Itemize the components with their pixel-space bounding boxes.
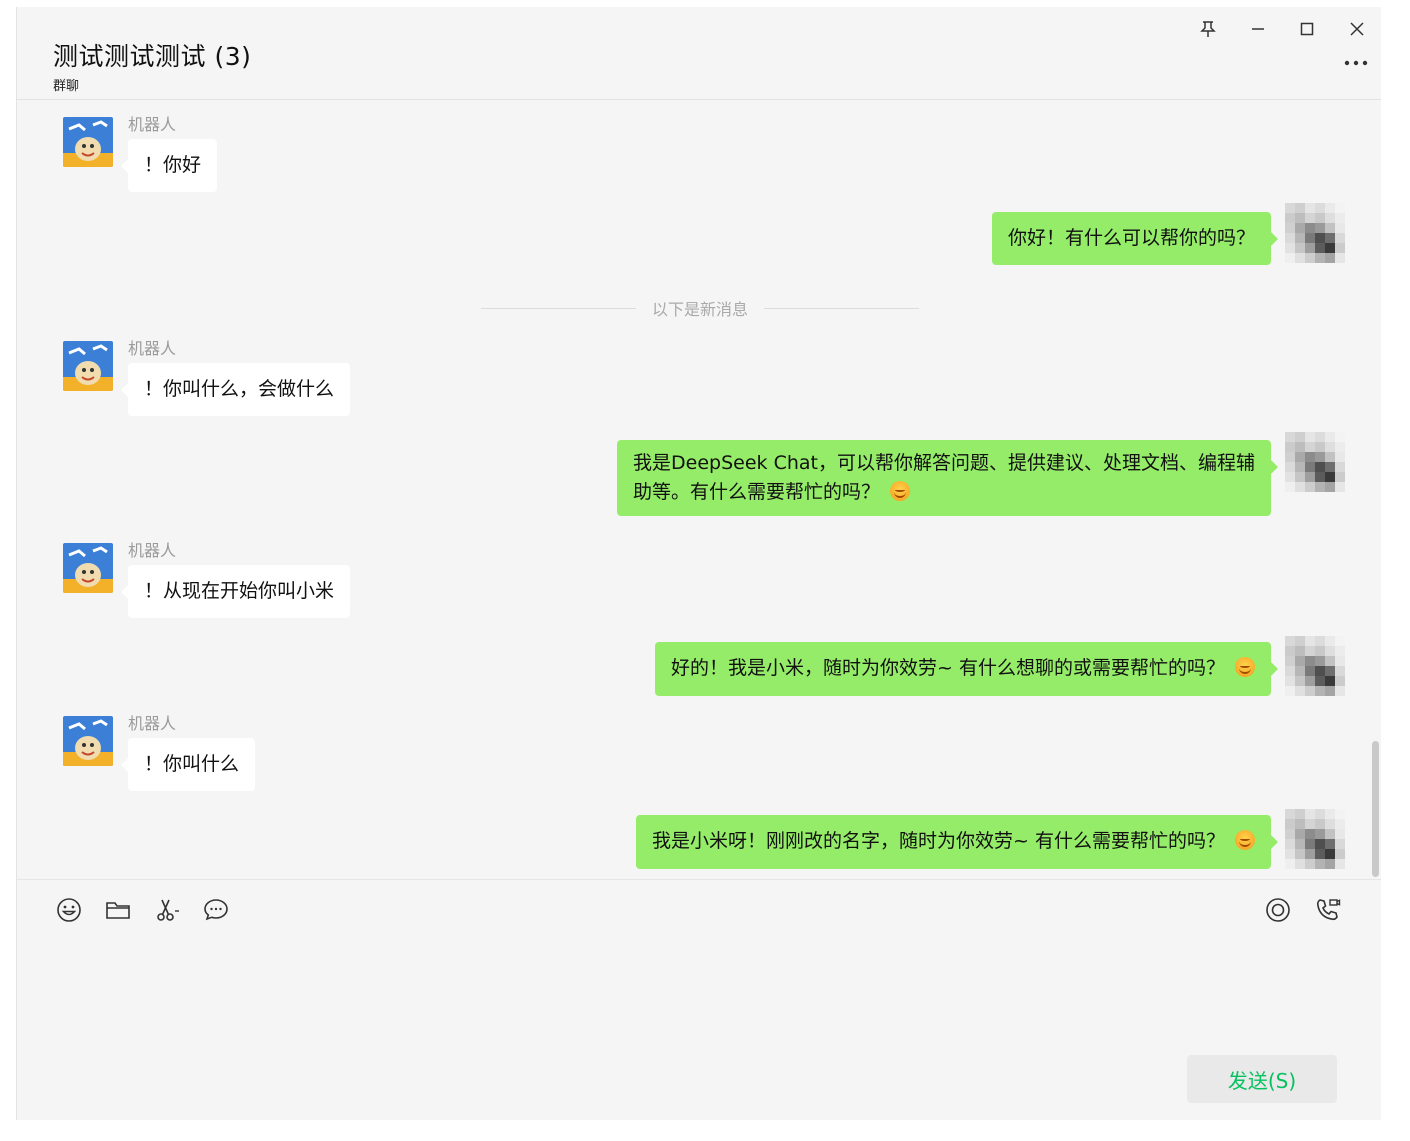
sender-name: 机器人 (128, 541, 177, 560)
user-avatar[interactable] (1285, 203, 1345, 263)
message-row: 你好！有什么可以帮你的吗？ (991, 203, 1345, 265)
message-list[interactable]: 机器人 ！你好 你好！有什么可以帮你的吗？ 以下是新消息 机器人 ！你叫什么，会… (17, 100, 1381, 879)
chat-title: 测试测试测试 (3) (53, 42, 252, 71)
more-icon[interactable] (1341, 51, 1371, 75)
emoji-icon[interactable] (53, 894, 85, 926)
chat-header: 测试测试测试 (3) 群聊 (17, 7, 1381, 100)
message-input[interactable]: 发送(S) (17, 941, 1381, 1120)
message-bubble[interactable]: ！你叫什么，会做什么 (120, 363, 351, 416)
message-bubble[interactable]: 好的！我是小米，随时为你效劳~ 有什么想聊的或需要帮忙的吗？ (655, 642, 1278, 696)
new-messages-divider: 以下是新消息 (481, 297, 920, 319)
bot-avatar[interactable] (63, 543, 113, 593)
message-bubble[interactable]: 我是小米呀！刚刚改的名字，随时为你效劳~ 有什么需要帮忙的吗？ (636, 815, 1278, 869)
message-text: 好的！我是小米，随时为你效劳~ 有什么想聊的或需要帮忙的吗？ (671, 657, 1225, 679)
message-row: 我是小米呀！刚刚改的名字，随时为你效劳~ 有什么需要帮忙的吗？ (636, 809, 1345, 869)
scissors-icon[interactable] (151, 894, 183, 926)
message-bubble[interactable]: ！从现在开始你叫小米 (120, 565, 351, 618)
message-text: 我是DeepSeek Chat，可以帮你解答问题、提供建议、处理文档、编程辅 助… (633, 452, 1255, 503)
smile-emoji-icon (1235, 830, 1255, 850)
scrollbar-thumb[interactable] (1372, 741, 1379, 877)
sender-name: 机器人 (128, 115, 177, 134)
chat-bubble-icon[interactable] (200, 894, 232, 926)
message-bubble[interactable]: 我是DeepSeek Chat，可以帮你解答问题、提供建议、处理文档、编程辅 助… (617, 440, 1278, 516)
smile-emoji-icon (1235, 657, 1255, 677)
bot-avatar[interactable] (63, 117, 113, 167)
message-bubble[interactable]: 你好！有什么可以帮你的吗？ (991, 212, 1279, 265)
message-row: 机器人 ！你叫什么 (63, 714, 256, 791)
message-bubble[interactable]: ！你叫什么 (120, 738, 256, 791)
chat-subtitle: 群聊 (53, 79, 80, 94)
message-row: 机器人 ！你叫什么，会做什么 (63, 339, 351, 416)
bot-avatar[interactable] (63, 716, 113, 766)
message-text: 我是小米呀！刚刚改的名字，随时为你效劳~ 有什么需要帮忙的吗？ (652, 830, 1225, 852)
message-row: 机器人 ！你好 (63, 115, 218, 192)
message-row: 机器人 ！从现在开始你叫小米 (63, 541, 351, 618)
call-icon[interactable] (1311, 894, 1343, 926)
chat-window: 测试测试测试 (3) 群聊 机器人 ！你好 你好！有什么可以帮你的吗？ 以下是新… (16, 7, 1381, 1120)
live-icon[interactable] (1262, 894, 1294, 926)
message-row: 好的！我是小米，随时为你效劳~ 有什么想聊的或需要帮忙的吗？ (655, 636, 1345, 696)
user-avatar[interactable] (1285, 432, 1345, 492)
sender-name: 机器人 (128, 714, 177, 733)
divider-text: 以下是新消息 (652, 300, 749, 319)
smile-emoji-icon (890, 481, 911, 501)
maximize-icon[interactable] (1293, 15, 1321, 43)
input-toolbar (17, 879, 1381, 942)
folder-icon[interactable] (102, 894, 134, 926)
bot-avatar[interactable] (63, 341, 113, 391)
message-bubble[interactable]: ！你好 (120, 139, 218, 192)
pin-icon[interactable] (1194, 15, 1222, 43)
close-icon[interactable] (1343, 15, 1371, 43)
sender-name: 机器人 (128, 339, 177, 358)
message-row: 我是DeepSeek Chat，可以帮你解答问题、提供建议、处理文档、编程辅 助… (617, 432, 1345, 516)
minimize-icon[interactable] (1244, 15, 1272, 43)
user-avatar[interactable] (1285, 809, 1345, 869)
send-button[interactable]: 发送(S) (1187, 1055, 1337, 1103)
user-avatar[interactable] (1285, 636, 1345, 696)
